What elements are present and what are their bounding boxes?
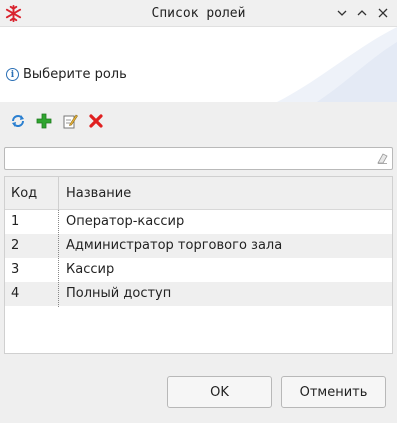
- column-header-name[interactable]: Название: [66, 186, 131, 201]
- cell-name: Кассир: [66, 262, 115, 277]
- dialog-header: i Выберите роль: [0, 27, 397, 102]
- roles-table: Код Название 1 Оператор-кассир 2 Админис…: [4, 176, 393, 354]
- ok-button[interactable]: OK: [167, 376, 272, 408]
- hint: i Выберите роль: [6, 67, 127, 82]
- column-grid-line: [58, 210, 59, 307]
- hint-text: Выберите роль: [23, 67, 127, 82]
- toolbar: [0, 102, 397, 140]
- column-header-code[interactable]: Код: [11, 186, 37, 201]
- clear-icon[interactable]: [376, 152, 389, 165]
- cell-code: 3: [11, 262, 20, 277]
- table-header: Код Название: [5, 177, 392, 210]
- cell-name: Полный доступ: [66, 286, 172, 301]
- column-divider[interactable]: [58, 177, 59, 210]
- cell-code: 1: [11, 214, 20, 229]
- search-field[interactable]: [4, 147, 393, 170]
- info-icon: i: [6, 68, 19, 81]
- cancel-button[interactable]: Отменить: [281, 376, 386, 408]
- chevron-up-icon: [357, 10, 367, 16]
- add-icon: [36, 113, 52, 129]
- close-icon: [378, 8, 388, 18]
- minimize-button[interactable]: [333, 4, 351, 22]
- add-button[interactable]: [35, 112, 53, 130]
- table-row[interactable]: 4 Полный доступ: [5, 282, 392, 306]
- cell-code: 4: [11, 286, 20, 301]
- maximize-button[interactable]: [353, 4, 371, 22]
- delete-icon: [89, 114, 103, 128]
- search-input[interactable]: [9, 150, 369, 167]
- table-row[interactable]: 3 Кассир: [5, 258, 392, 282]
- edit-button[interactable]: [61, 112, 79, 130]
- refresh-icon: [12, 115, 24, 127]
- cell-code: 2: [11, 238, 20, 253]
- cell-name: Администратор торгового зала: [66, 238, 283, 253]
- edit-icon: [63, 114, 78, 129]
- table-row[interactable]: 1 Оператор-кассир: [5, 210, 392, 234]
- cell-name: Оператор-кассир: [66, 214, 185, 229]
- chevron-down-icon: [337, 10, 347, 16]
- table-row[interactable]: 2 Администратор торгового зала: [5, 234, 392, 258]
- delete-button[interactable]: [87, 112, 105, 130]
- refresh-button[interactable]: [9, 112, 27, 130]
- header-decoration: [277, 27, 397, 102]
- title-bar: Список ролей: [0, 0, 397, 27]
- close-button[interactable]: [374, 4, 392, 22]
